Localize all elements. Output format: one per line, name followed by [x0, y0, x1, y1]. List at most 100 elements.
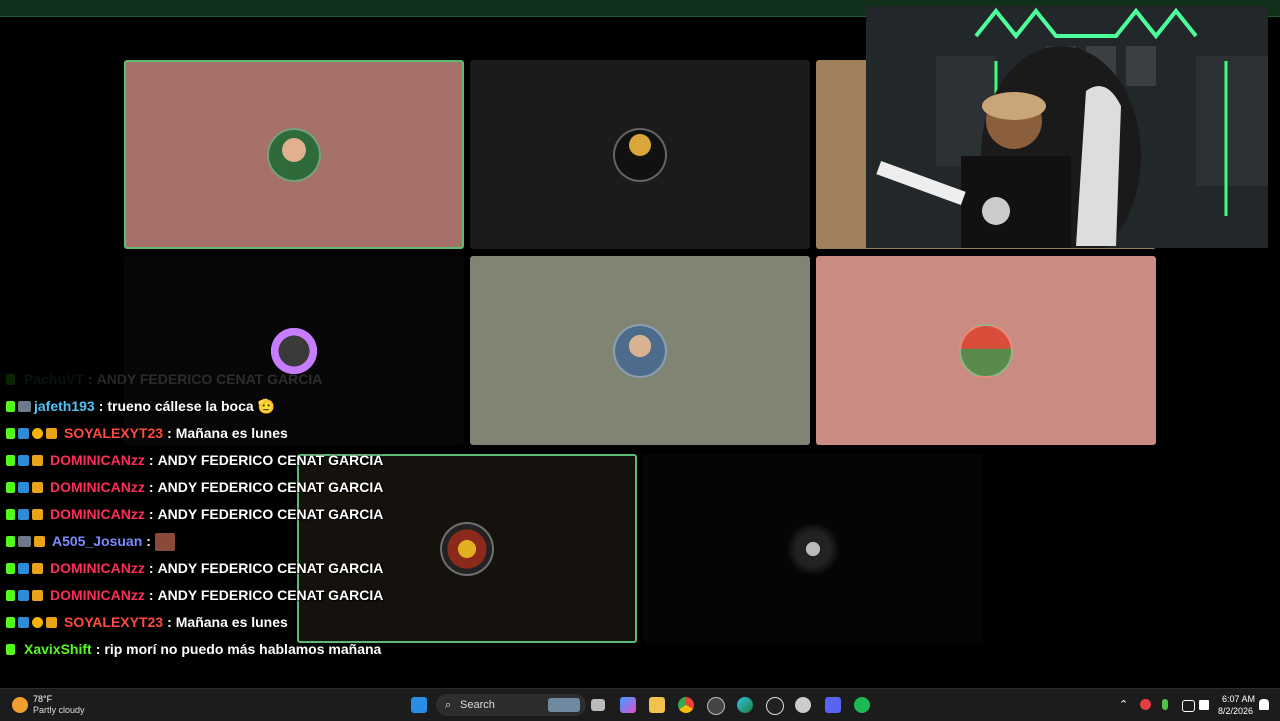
chat-message: A505_Josuan :	[6, 528, 466, 555]
verified-badge-icon	[18, 590, 29, 601]
chat-overlay: PachuVT : ANDY FEDERICO CENAT GARCIA jaf…	[6, 366, 466, 663]
chat-text: ANDY FEDERICO CENAT GARCIA	[96, 371, 323, 387]
kick-icon	[6, 401, 15, 412]
chat-text: ANDY FEDERICO CENAT GARCIA	[157, 506, 384, 522]
gift-badge-icon	[32, 617, 43, 628]
kick-icon	[6, 428, 15, 439]
glasses-badge-icon	[18, 536, 31, 547]
notification-bell-icon[interactable]	[1259, 699, 1269, 710]
chat-message: DOMINICANzz : ANDY FEDERICO CENAT GARCIA	[6, 582, 466, 609]
chat-message: jafeth193 : trueno cállese la boca 🫡	[6, 393, 466, 420]
crown-badge-icon	[32, 455, 43, 466]
chat-username: PachuVT	[24, 371, 84, 387]
tray-app-icon[interactable]	[1140, 699, 1151, 710]
volume-icon[interactable]	[1199, 700, 1209, 710]
chat-text: Mañana es lunes	[175, 614, 288, 630]
search-placeholder: Search	[460, 699, 495, 711]
chat-message: DOMINICANzz : ANDY FEDERICO CENAT GARCIA	[6, 447, 466, 474]
participant-tile-6[interactable]	[816, 256, 1156, 445]
kick-icon	[6, 644, 15, 655]
kick-icon	[6, 482, 15, 493]
chat-message: PachuVT : ANDY FEDERICO CENAT GARCIA	[6, 366, 466, 393]
chat-text: Mañana es lunes	[175, 425, 288, 441]
participant-tile-2[interactable]	[470, 60, 810, 249]
weather-icon	[12, 697, 28, 713]
chat-emote	[154, 532, 175, 551]
participant-avatar	[786, 521, 840, 576]
chat-username: DOMINICANzz	[50, 479, 145, 495]
participant-tile-8[interactable]	[643, 454, 983, 643]
spotify-icon[interactable]	[854, 697, 870, 713]
chat-message: DOMINICANzz : ANDY FEDERICO CENAT GARCIA	[6, 555, 466, 582]
chat-message: SOYALEXYT23 : Mañana es lunes	[6, 420, 466, 447]
crown-badge-icon	[32, 482, 43, 493]
webcam-scene	[866, 6, 1268, 248]
settings-gear-icon[interactable]	[795, 697, 811, 713]
search-box[interactable]: ⌕ Search	[436, 694, 586, 716]
chat-text: trueno cállese la boca 🫡	[107, 398, 275, 414]
search-icon: ⌕	[445, 699, 452, 711]
start-windows-icon[interactable]	[411, 697, 427, 713]
chat-text: ANDY FEDERICO CENAT GARCIA	[157, 452, 384, 468]
crown-badge-icon	[46, 428, 57, 439]
search-highlight-icon	[548, 698, 580, 712]
chat-username: XavixShift	[24, 641, 92, 657]
streamer-webcam	[866, 6, 1268, 248]
copilot-icon[interactable]	[620, 697, 636, 713]
verified-badge-icon	[18, 455, 29, 466]
microphone-icon[interactable]	[1162, 699, 1168, 710]
participant-tile-1[interactable]	[124, 60, 464, 249]
chat-message: XavixShift : rip morí no puedo más habla…	[6, 636, 466, 663]
chat-message: DOMINICANzz : ANDY FEDERICO CENAT GARCIA	[6, 474, 466, 501]
kick-icon	[6, 374, 15, 385]
participant-avatar	[613, 323, 667, 378]
discord-icon[interactable]	[825, 697, 841, 713]
chat-username: DOMINICANzz	[50, 452, 145, 468]
weather-temp: 78°F	[33, 694, 53, 704]
chat-username: SOYALEXYT23	[64, 425, 164, 441]
tray-overflow-chevron-icon[interactable]: ⌃	[1119, 698, 1128, 711]
kick-icon	[6, 455, 15, 466]
verified-badge-icon	[18, 482, 29, 493]
clock-time[interactable]: 6:07 AM	[1222, 694, 1255, 704]
weather-widget[interactable]: 78°F Partly cloudy	[10, 693, 100, 717]
network-icon[interactable]	[1182, 700, 1195, 712]
kick-icon	[6, 590, 15, 601]
chat-username: SOYALEXYT23	[64, 614, 164, 630]
kick-icon	[6, 509, 15, 520]
chat-text: rip morí no puedo más hablamos mañana	[104, 641, 382, 657]
participant-avatar	[959, 323, 1013, 378]
chat-message: SOYALEXYT23 : Mañana es lunes	[6, 609, 466, 636]
taskbar: 78°F Partly cloudy ⌕ Search ⌃ 6:07 AM 8/…	[0, 688, 1280, 721]
chat-username: DOMINICANzz	[50, 560, 145, 576]
file-explorer-icon[interactable]	[649, 697, 665, 713]
participant-avatar	[613, 127, 667, 182]
chrome-icon[interactable]	[678, 697, 694, 713]
chat-text: ANDY FEDERICO CENAT GARCIA	[157, 479, 384, 495]
chat-username: DOMINICANzz	[50, 587, 145, 603]
weather-desc: Partly cloudy	[33, 705, 85, 715]
chat-username: DOMINICANzz	[50, 506, 145, 522]
crown-badge-icon	[32, 590, 43, 601]
crown-badge-icon	[32, 509, 43, 520]
gem-badge-icon	[18, 428, 29, 439]
gift-badge-icon	[32, 428, 43, 439]
chat-username: jafeth193	[34, 398, 95, 414]
participant-avatar	[267, 127, 321, 182]
kick-icon	[6, 617, 15, 628]
crown-badge-icon	[46, 617, 57, 628]
verified-badge-icon	[18, 563, 29, 574]
task-view-icon[interactable]	[591, 699, 605, 711]
kick-icon	[6, 536, 15, 547]
kick-icon	[6, 563, 15, 574]
app-icon[interactable]	[707, 697, 725, 715]
chat-text: ANDY FEDERICO CENAT GARCIA	[157, 587, 384, 603]
chat-message: DOMINICANzz : ANDY FEDERICO CENAT GARCIA	[6, 501, 466, 528]
chat-text: ANDY FEDERICO CENAT GARCIA	[157, 560, 384, 576]
clock-date[interactable]: 8/2/2026	[1218, 706, 1253, 716]
crown-badge-icon	[34, 536, 45, 547]
glasses-badge-icon	[18, 401, 31, 412]
edge-icon[interactable]	[737, 697, 753, 713]
participant-tile-5[interactable]	[470, 256, 810, 445]
obs-icon[interactable]	[766, 697, 784, 715]
